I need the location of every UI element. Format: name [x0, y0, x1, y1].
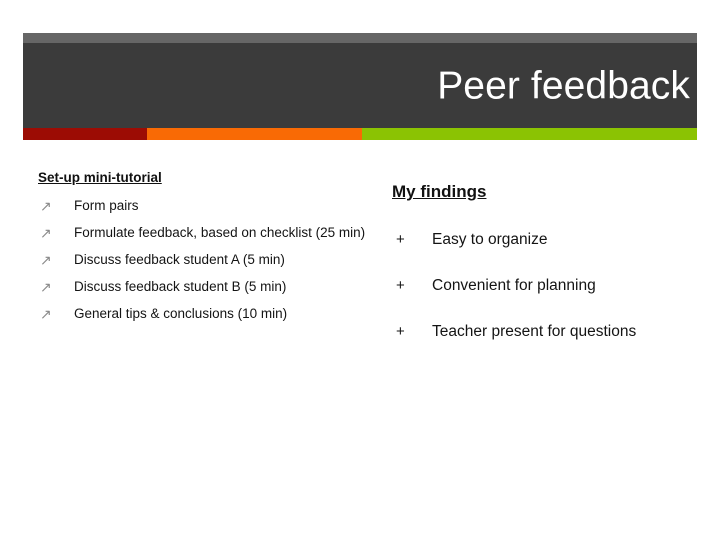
banner-dark-block: Peer feedback [23, 43, 697, 128]
list-item-label: General tips & conclusions (10 min) [74, 306, 288, 321]
list-item-label: Teacher present for questions [432, 323, 637, 340]
left-column: Set-up mini-tutorial ↗ Form pairs ↗ Form… [38, 160, 368, 324]
list-item-label: Convenient for planning [432, 277, 596, 294]
list-item-label: Discuss feedback student A (5 min) [74, 252, 285, 267]
plus-icon: + [396, 277, 405, 294]
list-item: ↗ Discuss feedback student A (5 min) [38, 250, 368, 270]
list-item: + Teacher present for questions [392, 321, 692, 342]
right-column: My findings + Easy to organize + Conveni… [392, 160, 692, 342]
left-column-list: ↗ Form pairs ↗ Formulate feedback, based… [38, 196, 368, 324]
page-title: Peer feedback [437, 64, 690, 107]
list-item-label: Discuss feedback student B (5 min) [74, 279, 287, 294]
right-column-heading: My findings [392, 182, 487, 201]
arrow-northeast-icon: ↗ [40, 279, 52, 295]
list-item: ↗ Form pairs [38, 196, 368, 216]
banner-accent-bar [23, 128, 697, 140]
right-column-list: + Easy to organize + Convenient for plan… [392, 229, 692, 342]
list-item-label: Easy to organize [432, 231, 548, 248]
list-item: ↗ General tips & conclusions (10 min) [38, 304, 368, 324]
accent-segment-dark-red [23, 128, 147, 140]
banner-gray-strip [23, 33, 697, 43]
arrow-northeast-icon: ↗ [40, 225, 52, 241]
list-item-label: Form pairs [74, 198, 139, 213]
list-item: + Convenient for planning [392, 275, 692, 296]
plus-icon: + [396, 231, 405, 248]
plus-icon: + [396, 323, 405, 340]
accent-segment-green [362, 128, 697, 140]
title-banner: Peer feedback [23, 33, 697, 140]
left-column-heading: Set-up mini-tutorial [38, 170, 162, 185]
list-item: ↗ Discuss feedback student B (5 min) [38, 277, 368, 297]
arrow-northeast-icon: ↗ [40, 306, 52, 322]
list-item: + Easy to organize [392, 229, 692, 250]
list-item-label: Formulate feedback, based on checklist (… [74, 225, 366, 240]
arrow-northeast-icon: ↗ [40, 198, 52, 214]
arrow-northeast-icon: ↗ [40, 252, 52, 268]
list-item: ↗ Formulate feedback, based on checklist… [38, 223, 368, 243]
accent-segment-orange [147, 128, 362, 140]
